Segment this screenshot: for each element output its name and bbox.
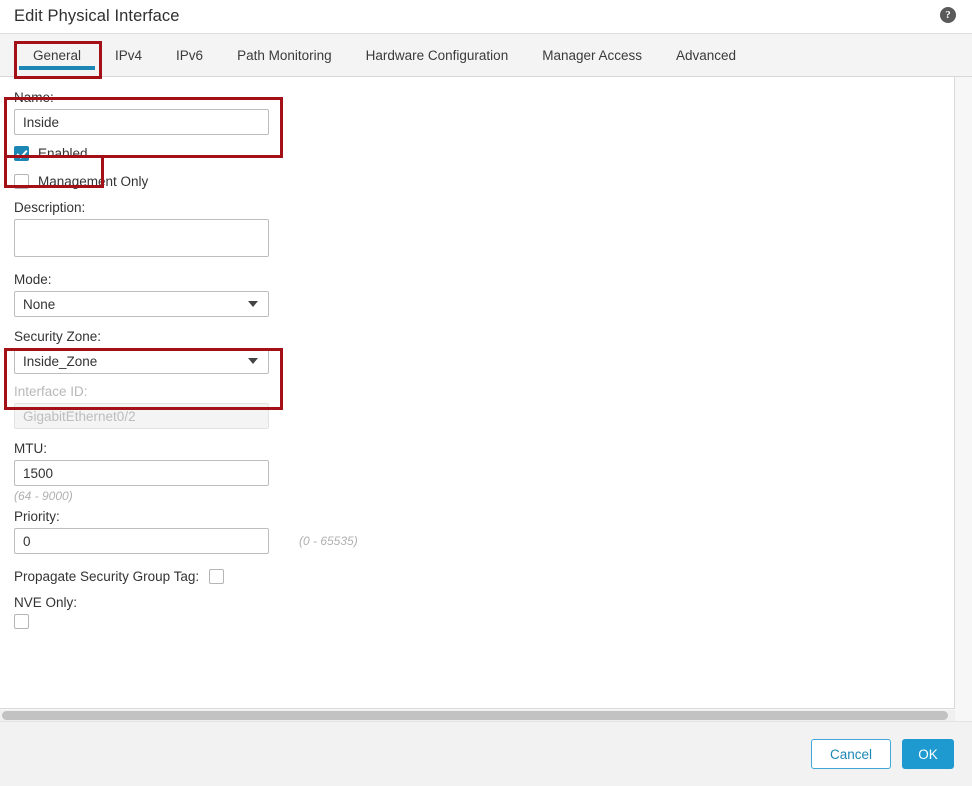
mtu-input[interactable] [14, 460, 269, 486]
enabled-checkbox-row[interactable]: Enabled [14, 141, 954, 165]
name-input[interactable] [14, 109, 269, 135]
description-textarea[interactable] [14, 219, 269, 257]
mtu-hint: (64 - 9000) [14, 489, 73, 503]
tab-hardware-configuration-label: Hardware Configuration [365, 47, 509, 63]
priority-row: (0 - 65535) [14, 528, 954, 554]
tab-advanced-label: Advanced [676, 47, 737, 63]
description-label: Description: [14, 200, 86, 215]
security-zone-selected-value: Inside_Zone [23, 353, 98, 369]
help-circle-icon[interactable]: ? [940, 7, 956, 23]
tab-hardware-configuration[interactable]: Hardware Configuration [349, 34, 526, 76]
tab-ipv6-label: IPv6 [176, 47, 204, 63]
propagate-sgt-label: Propagate Security Group Tag: [14, 568, 200, 584]
tab-path-monitoring[interactable]: Path Monitoring [220, 34, 349, 76]
tab-ipv4[interactable]: IPv4 [98, 34, 159, 76]
tab-general-label: General [33, 47, 82, 63]
enabled-checkbox[interactable] [14, 145, 29, 161]
tab-ipv6[interactable]: IPv6 [159, 34, 220, 76]
mtu-label: MTU: [14, 441, 47, 456]
propagate-sgt-checkbox[interactable] [209, 568, 225, 584]
dialog-footer: Cancel OK [0, 721, 972, 786]
mode-select[interactable]: None [14, 291, 269, 317]
tab-ipv4-label: IPv4 [115, 47, 143, 63]
nve-only-label: NVE Only: [14, 595, 78, 610]
name-label: Name: [14, 90, 54, 105]
nve-only-checkbox[interactable] [14, 614, 29, 629]
edit-physical-interface-dialog: Edit Physical Interface ? General IPv4 I… [0, 0, 972, 786]
tab-general[interactable]: General [16, 34, 98, 76]
horizontal-scrollbar-thumb[interactable] [2, 711, 948, 720]
cancel-button[interactable]: Cancel [811, 739, 891, 769]
chevron-down-icon [248, 301, 258, 307]
interface-id-input [14, 403, 269, 429]
mode-label: Mode: [14, 272, 52, 287]
enabled-label: Enabled [38, 145, 88, 161]
management-only-checkbox[interactable] [14, 173, 29, 189]
management-only-checkbox-row[interactable]: Management Only [14, 169, 954, 193]
horizontal-scrollbar-track[interactable] [0, 710, 955, 721]
mode-selected-value: None [23, 296, 56, 312]
tab-path-monitoring-label: Path Monitoring [237, 47, 332, 63]
page-title: Edit Physical Interface [14, 7, 180, 25]
management-only-label: Management Only [38, 173, 149, 189]
tab-bar: General IPv4 IPv6 Path Monitoring Hardwa… [0, 33, 972, 77]
tab-advanced[interactable]: Advanced [659, 34, 753, 76]
ok-button[interactable]: OK [902, 739, 954, 769]
general-tab-panel: Name: Enabled Management Only Descriptio… [0, 77, 955, 709]
security-zone-select[interactable]: Inside_Zone [14, 348, 269, 374]
priority-label: Priority: [14, 509, 60, 524]
tab-manager-access-label: Manager Access [542, 47, 643, 63]
security-zone-label: Security Zone: [14, 329, 102, 344]
chevron-down-icon [248, 358, 258, 364]
dialog-titlebar: Edit Physical Interface ? [0, 0, 972, 33]
propagate-sgt-row[interactable]: Propagate Security Group Tag: [14, 564, 954, 588]
dialog-content-area: Name: Enabled Management Only Descriptio… [0, 77, 972, 721]
interface-id-label: Interface ID: [14, 384, 88, 399]
priority-hint: (0 - 65535) [299, 534, 358, 548]
tab-manager-access[interactable]: Manager Access [525, 34, 659, 76]
tab-active-underline [19, 66, 96, 70]
priority-input[interactable] [14, 528, 269, 554]
